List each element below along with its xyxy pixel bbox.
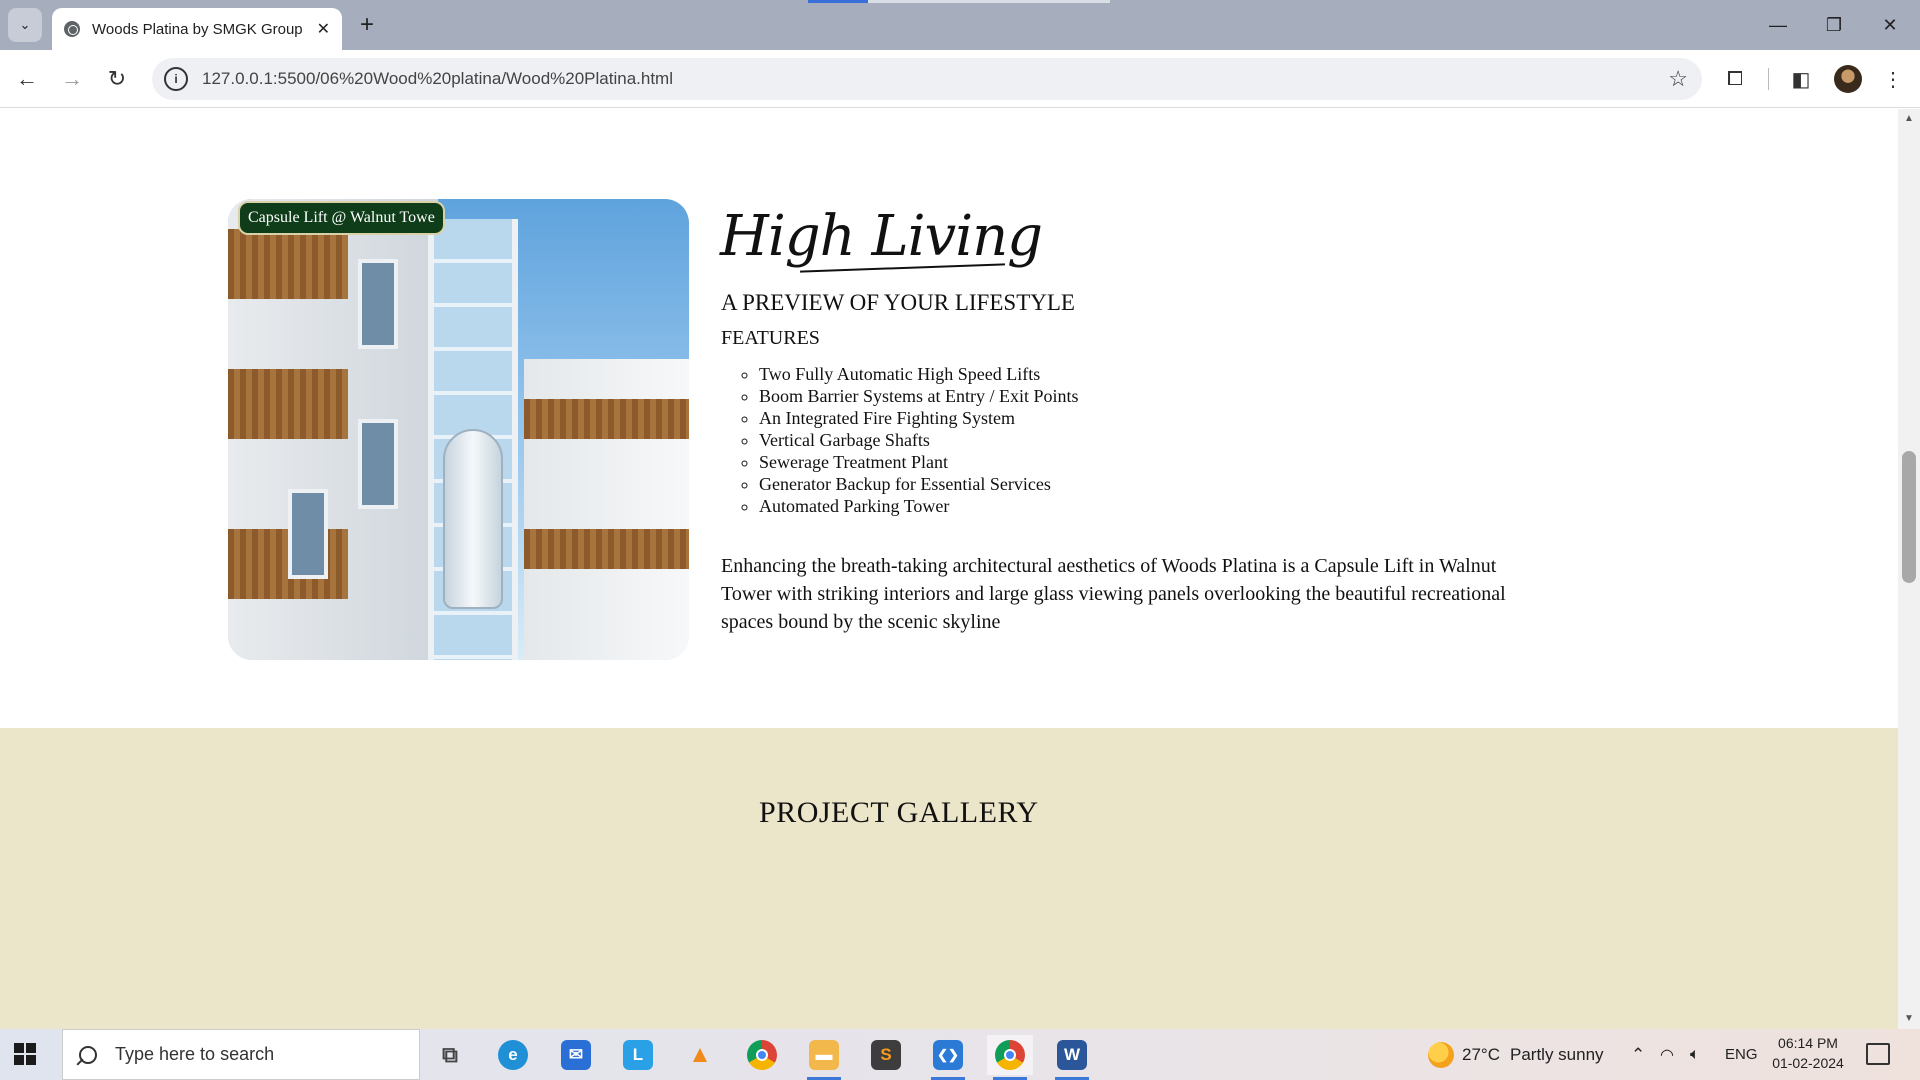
capsule-lift (443, 429, 503, 609)
lexicon-icon[interactable]: L (615, 1035, 661, 1075)
close-window-button[interactable]: ✕ (1862, 0, 1918, 50)
minimize-button[interactable]: — (1750, 0, 1806, 50)
bookmark-star-icon[interactable]: ☆ (1668, 66, 1688, 92)
chrome-active-icon[interactable] (987, 1035, 1033, 1080)
section-subtitle: A PREVIEW OF YOUR LIFESTYLE (721, 290, 1075, 315)
wood-balcony (228, 369, 348, 439)
feature-item: Generator Backup for Essential Services (759, 473, 1078, 495)
building-window (358, 419, 398, 509)
reload-icon[interactable]: ↻ (100, 62, 134, 96)
feature-item: Vertical Garbage Shafts (759, 429, 1078, 451)
section-heading: High Living (720, 204, 1043, 269)
sublime-text-icon[interactable]: S (863, 1035, 909, 1075)
language-indicator[interactable]: ENG (1725, 1029, 1758, 1080)
notification-icon[interactable] (1866, 1043, 1890, 1065)
restore-button[interactable]: ❐ (1806, 0, 1862, 50)
weather-temp: 27°C (1462, 1044, 1500, 1064)
features-label: FEATURES (721, 327, 820, 349)
tab-close-icon[interactable]: ✕ (317, 19, 330, 39)
tab-title: Woods Platina by SMGK Group (92, 20, 303, 38)
image-caption-badge: Capsule Lift @ Walnut Towe (238, 201, 445, 235)
site-info-icon[interactable]: i (164, 67, 188, 91)
new-tab-button[interactable]: + (352, 10, 382, 40)
scroll-up-icon[interactable]: ▲ (1904, 113, 1914, 124)
features-list: Two Fully Automatic High Speed Lifts Boo… (759, 363, 1078, 517)
taskbar-search-box[interactable]: Type here to search (62, 1029, 420, 1080)
clock-time: 06:14 PM (1778, 1035, 1838, 1051)
browser-tab-strip: ⌄ Woods Platina by SMGK Group ✕ + — ❐ ✕ (0, 0, 1920, 50)
system-clock[interactable]: 06:14 PM 01-02-2024 (1766, 1033, 1850, 1073)
mail-icon[interactable]: ✉ (553, 1035, 599, 1075)
wood-balcony (524, 399, 689, 439)
capsule-lift-image (228, 199, 689, 660)
chevron-down-icon: ⌄ (19, 17, 31, 32)
clock-date: 01-02-2024 (1772, 1055, 1844, 1071)
tab-search-button[interactable]: ⌄ (8, 8, 42, 42)
volume-icon[interactable]: 🔈︎ (1690, 1029, 1700, 1080)
search-placeholder: Type here to search (115, 1044, 275, 1064)
browser-tab[interactable]: Woods Platina by SMGK Group ✕ (52, 8, 342, 50)
scroll-thumb[interactable] (1902, 451, 1916, 583)
feature-item: Automated Parking Tower (759, 495, 1078, 517)
project-gallery-section: PROJECT GALLERY (0, 728, 1898, 1029)
feature-item: An Integrated Fire Fighting System (759, 407, 1078, 429)
wood-balcony (524, 529, 689, 569)
word-icon[interactable]: W (1049, 1035, 1095, 1080)
page-scrollbar[interactable]: ▲ ▼ (1898, 109, 1920, 1029)
windows-start-icon[interactable] (14, 1043, 36, 1065)
side-panel-icon[interactable]: ◧ (1784, 62, 1818, 96)
network-icon[interactable]: ◠ (1660, 1029, 1674, 1080)
feature-item: Two Fully Automatic High Speed Lifts (759, 363, 1078, 385)
address-bar[interactable]: i 127.0.0.1:5500/06%20Wood%20platina/Woo… (152, 58, 1702, 100)
vs-code-icon[interactable]: ❮❯ (925, 1035, 971, 1080)
forward-arrow-icon[interactable]: → (55, 62, 89, 96)
browser-toolbar: ← → ↻ i 127.0.0.1:5500/06%20Wood%20plati… (0, 50, 1920, 108)
windows-taskbar: Type here to search ⧉ e ✉ L ▲ ▬ S ❮❯ W 2… (0, 1029, 1920, 1080)
url-text[interactable]: 127.0.0.1:5500/06%20Wood%20platina/Wood%… (202, 69, 1668, 89)
extensions-icon[interactable]: ⧠ (1718, 62, 1752, 96)
chevron-up-icon[interactable]: ⌃ (1631, 1029, 1645, 1080)
weather-widget[interactable]: 27°C Partly sunny (1428, 1029, 1604, 1080)
tab-indicator-track (868, 0, 1110, 3)
gallery-title: PROJECT GALLERY (759, 796, 1039, 829)
feature-item: Sewerage Treatment Plant (759, 451, 1078, 473)
chrome-icon[interactable] (739, 1035, 785, 1075)
feature-item: Boom Barrier Systems at Entry / Exit Poi… (759, 385, 1078, 407)
building-window (358, 259, 398, 349)
edge-icon[interactable]: e (490, 1035, 536, 1075)
building-window (288, 489, 328, 579)
page-viewport: Capsule Lift @ Walnut Towe High Living A… (0, 109, 1898, 1029)
task-view-icon[interactable]: ⧉ (427, 1035, 473, 1075)
profile-avatar[interactable] (1834, 65, 1862, 93)
search-icon (79, 1045, 97, 1064)
partly-sunny-icon (1428, 1041, 1454, 1068)
feature-description: Enhancing the breath-taking architectura… (721, 555, 1506, 633)
file-explorer-icon[interactable]: ▬ (801, 1035, 847, 1080)
back-arrow-icon[interactable]: ← (10, 62, 44, 96)
globe-icon (64, 21, 80, 37)
toolbar-separator (1768, 68, 1769, 90)
menu-kebab-icon[interactable]: ⋮ (1876, 62, 1910, 96)
tab-loading-indicator (808, 0, 868, 3)
weather-desc: Partly sunny (1509, 1044, 1604, 1064)
vlc-icon[interactable]: ▲ (677, 1035, 723, 1075)
wood-balcony (228, 229, 348, 299)
scroll-down-icon[interactable]: ▼ (1904, 1013, 1914, 1024)
